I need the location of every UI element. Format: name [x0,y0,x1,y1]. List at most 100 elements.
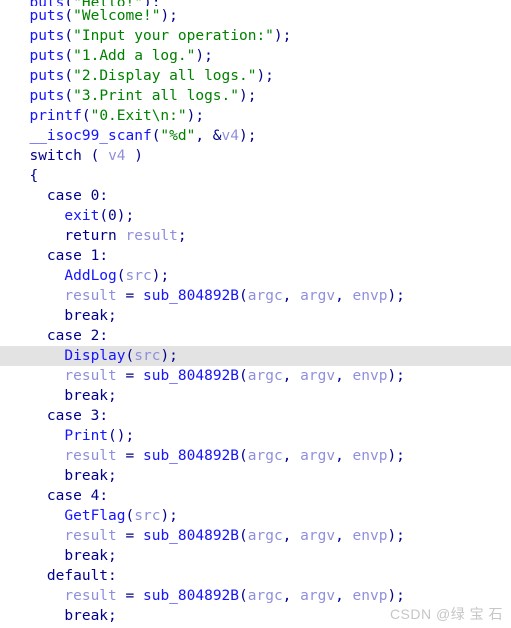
code-token-num: 0 [108,208,117,224]
code-token-var[interactable]: argv [300,528,335,544]
csdn-watermark: CSDN @绿 宝 石 [389,606,503,622]
code-token-plain: ); [160,508,178,524]
code-token-plain: (); [108,428,135,444]
code-line[interactable]: break; [0,466,511,486]
code-line[interactable]: case 3: [0,406,511,426]
code-token-fn[interactable]: Print [64,428,108,444]
code-token-plain: = [116,288,143,304]
code-token-fn[interactable]: puts [29,28,64,44]
code-token-plain: ( [239,368,248,384]
code-token-fn[interactable]: sub_804892B [143,588,239,604]
code-token-plain: ) [125,148,143,164]
code-token-plain: ); [160,8,178,24]
code-token-plain: = [116,368,143,384]
code-token-var[interactable]: envp [353,528,388,544]
code-token-fn[interactable]: exit [64,208,99,224]
code-token-var[interactable]: result [126,228,178,244]
code-token-fn[interactable]: puts [29,68,64,84]
code-line[interactable]: Print(); [0,426,511,446]
code-line[interactable]: case 1: [0,246,511,266]
code-line[interactable]: switch ( v4 ) [0,146,511,166]
code-line[interactable]: result = sub_804892B(argc, argv, envp); [0,446,511,466]
code-line-highlighted[interactable]: Display(src); [0,346,511,366]
code-line[interactable]: puts("Welcome!"); [0,6,511,26]
code-token-var[interactable]: envp [353,368,388,384]
code-token-plain: ( [125,348,135,364]
code-line[interactable]: puts("Input your operation:"); [0,26,511,46]
code-token-var[interactable]: src [134,348,160,364]
code-line[interactable]: case 2: [0,326,511,346]
code-line[interactable]: exit(0); [0,206,511,226]
code-token-fn[interactable]: sub_804892B [143,528,239,544]
code-token-plain: ( [99,208,109,224]
code-line[interactable]: case 0: [0,186,511,206]
code-token-var[interactable]: argc [248,528,283,544]
code-line[interactable]: GetFlag(src); [0,506,511,526]
code-token-fn[interactable]: sub_804892B [143,368,239,384]
code-token-plain: = [116,528,143,544]
code-token-plain: ( [64,68,74,84]
code-line[interactable]: result = sub_804892B(argc, argv, envp); [0,366,511,386]
code-token-num: 1 [90,248,100,264]
code-token-var[interactable]: argv [300,448,335,464]
code-token-var[interactable]: envp [353,448,388,464]
code-token-str: "%d" [160,128,196,144]
code-line[interactable]: break; [0,306,511,326]
code-line[interactable]: { [0,166,511,186]
code-token-plain: ); [151,268,170,284]
code-token-fn[interactable]: __isoc99_scanf [29,128,151,144]
code-token-fn[interactable]: AddLog [64,268,116,284]
code-token-var[interactable]: envp [353,288,388,304]
code-token-var[interactable]: result [64,448,116,464]
code-token-var[interactable]: argc [248,288,283,304]
code-token-var[interactable]: argc [248,368,283,384]
code-token-fn[interactable]: printf [29,108,81,124]
code-line[interactable]: result = sub_804892B(argc, argv, envp); [0,286,511,306]
code-line[interactable]: puts("2.Display all logs."); [0,66,511,86]
code-token-var[interactable]: argv [300,288,335,304]
code-token-var[interactable]: argv [300,368,335,384]
code-line[interactable]: printf("0.Exit\n:"); [0,106,511,126]
code-token-var[interactable]: result [64,588,116,604]
code-token-plain: , & [195,128,222,144]
code-line[interactable]: default: [0,566,511,586]
code-token-plain: ); [239,128,257,144]
code-token-var[interactable]: src [126,268,152,284]
code-token-var[interactable]: result [64,288,116,304]
code-token-fn[interactable]: sub_804892B [143,448,239,464]
code-line[interactable]: result = sub_804892B(argc, argv, envp); [0,526,511,546]
code-token-fn[interactable]: GetFlag [64,508,125,524]
code-line[interactable]: puts("1.Add a log."); [0,46,511,66]
code-line[interactable]: case 4: [0,486,511,506]
code-line[interactable]: puts("3.Print all logs."); [0,86,511,106]
code-token-var[interactable]: envp [353,588,388,604]
code-token-plain: ( [239,448,248,464]
code-token-fn[interactable]: puts [29,48,64,64]
code-token-var[interactable]: argv [300,588,335,604]
code-line[interactable]: AddLog(src); [0,266,511,286]
code-token-var[interactable]: argc [248,588,283,604]
code-line[interactable]: result = sub_804892B(argc, argv, envp); [0,586,511,606]
code-line[interactable]: return result; [0,226,511,246]
code-token-var[interactable]: result [64,528,116,544]
code-token-var[interactable]: result [64,368,116,384]
pseudocode-code-area[interactable]: puts("Hello!"); puts("Welcome!"); puts("… [0,0,511,628]
code-token-plain: , [282,448,301,464]
code-token-var[interactable]: argc [248,448,283,464]
code-line[interactable]: __isoc99_scanf("%d", &v4); [0,126,511,146]
code-token-fn[interactable]: puts [29,88,64,104]
code-token-var[interactable]: v4 [222,128,239,144]
code-line[interactable]: break; [0,386,511,406]
code-token-fn[interactable]: sub_804892B [143,288,239,304]
code-token-var[interactable]: src [134,508,160,524]
code-token-var[interactable]: v4 [108,148,125,164]
code-line[interactable]: break; [0,546,511,566]
code-token-fn[interactable]: puts [29,8,64,24]
code-token-plain: = [116,448,143,464]
code-token-fn[interactable]: Display [64,348,125,364]
code-token-str: "1.Add a log." [73,48,196,64]
